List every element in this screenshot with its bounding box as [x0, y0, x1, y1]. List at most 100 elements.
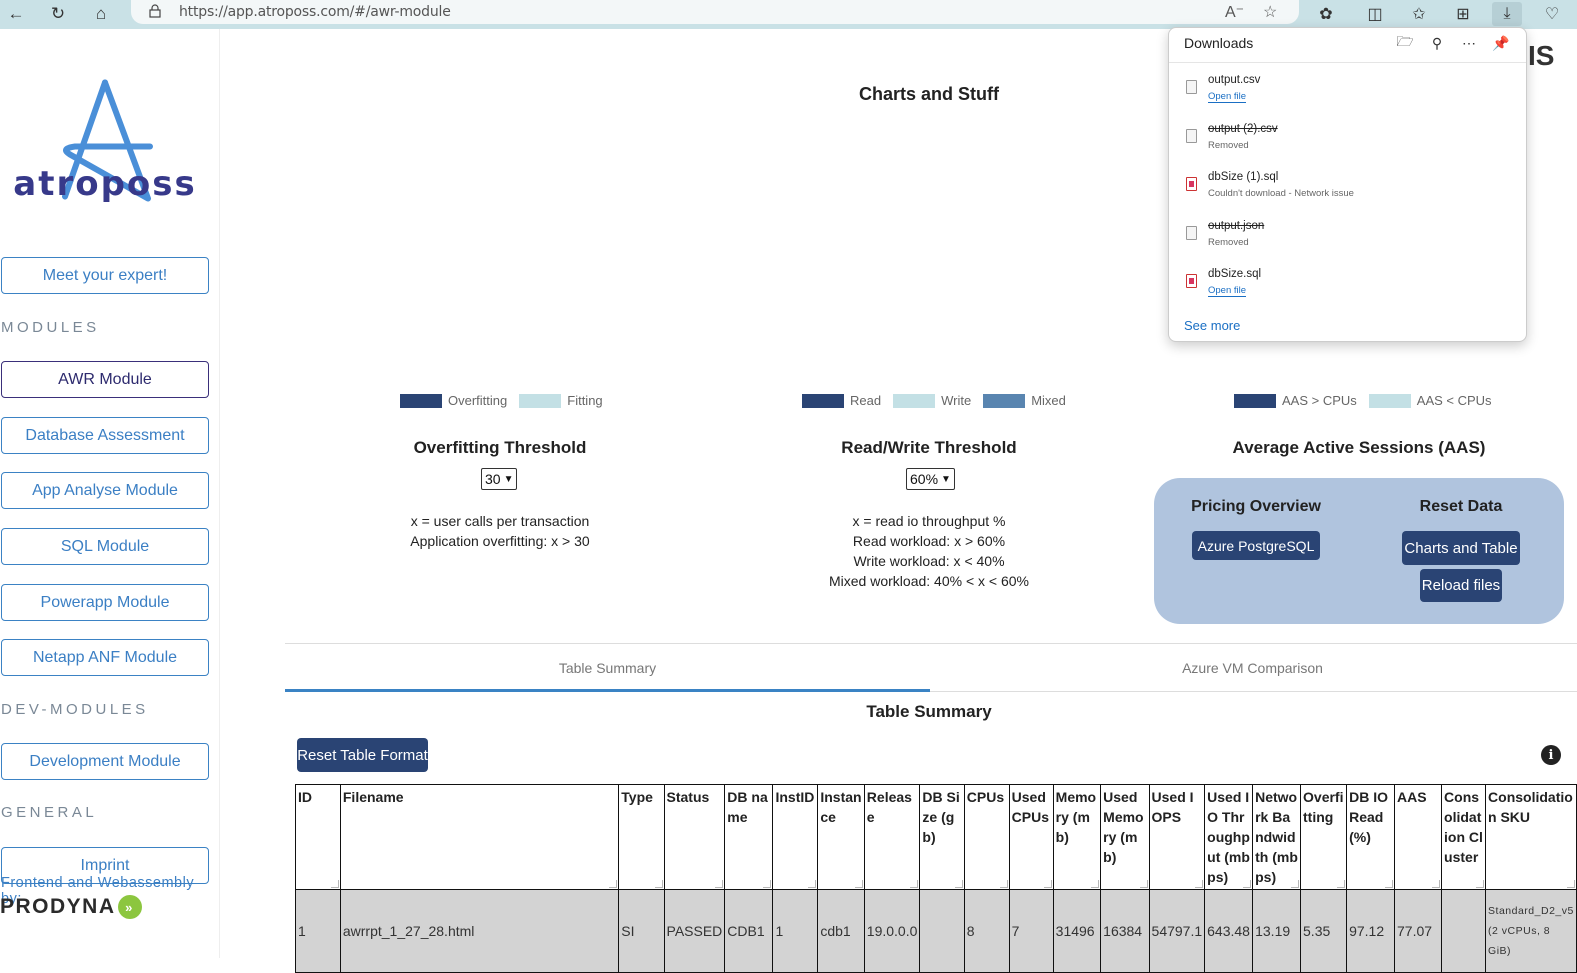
tabs-divider: [930, 691, 1577, 692]
column-header[interactable]: Used Memory (mb): [1100, 784, 1150, 890]
meet-expert-button[interactable]: Meet your expert!: [1, 257, 209, 294]
download-item[interactable]: dbSize (1).sql Couldn't download - Netwo…: [1169, 167, 1526, 213]
column-header[interactable]: Consolidation Cluster: [1441, 784, 1487, 890]
resize-handle-icon[interactable]: [715, 880, 724, 888]
favorite-star-icon[interactable]: ☆: [1263, 2, 1277, 22]
tab-table-summary[interactable]: Table Summary: [285, 644, 930, 692]
resize-handle-icon[interactable]: [1337, 880, 1346, 888]
column-header[interactable]: Filename: [339, 784, 620, 890]
more-options-icon[interactable]: ⋯: [1459, 33, 1479, 53]
legend-item-write: Write: [893, 393, 971, 408]
downloads-icon[interactable]: ⤓: [1492, 2, 1522, 26]
browser-essentials-icon[interactable]: ♡: [1537, 2, 1567, 26]
column-header[interactable]: Release: [863, 784, 921, 890]
sidebar-item-powerapp-module[interactable]: Powerapp Module: [1, 584, 209, 621]
column-header[interactable]: Overfitting: [1300, 784, 1348, 890]
atroposs-logo-icon: [62, 79, 153, 202]
sidebar-item-awr-module[interactable]: AWR Module: [1, 361, 209, 398]
table-cell: 19.0.0.0: [863, 889, 921, 973]
resize-handle-icon[interactable]: [330, 880, 339, 888]
resize-handle-icon[interactable]: [808, 880, 817, 888]
home-icon[interactable]: ⌂: [89, 3, 113, 25]
resize-handle-icon[interactable]: [763, 880, 772, 888]
column-header[interactable]: Used IO Throughput (mbps): [1204, 784, 1254, 890]
resize-handle-icon[interactable]: [1139, 880, 1148, 888]
column-header[interactable]: Used IOPS: [1148, 784, 1206, 890]
column-header[interactable]: ID: [295, 784, 341, 890]
resize-handle-icon[interactable]: [999, 880, 1008, 888]
column-header[interactable]: Instance: [817, 784, 865, 890]
column-header[interactable]: Type: [618, 784, 665, 890]
read-aloud-icon[interactable]: A⁻: [1225, 2, 1244, 22]
lock-icon: [149, 4, 161, 18]
sidebar-item-netapp-anf-module[interactable]: Netapp ANF Module: [1, 639, 209, 676]
back-icon[interactable]: ←: [4, 3, 28, 25]
sidebar-item-app-analyse-module[interactable]: App Analyse Module: [1, 472, 209, 509]
resize-handle-icon[interactable]: [1243, 880, 1252, 888]
resize-handle-icon[interactable]: [1567, 880, 1575, 888]
reload-icon[interactable]: ↻: [46, 3, 70, 25]
sidebar-item-development-module[interactable]: Development Module: [1, 743, 209, 780]
column-header[interactable]: CPUs: [963, 784, 1010, 890]
info-icon[interactable]: i: [1541, 745, 1561, 765]
reset-charts-table-button[interactable]: Charts and Table: [1402, 531, 1520, 565]
resize-handle-icon[interactable]: [609, 880, 618, 888]
see-more-link[interactable]: See more: [1184, 318, 1240, 333]
prodyna-logo[interactable]: PRODYNA »: [0, 893, 142, 921]
folder-icon[interactable]: 🗁: [1395, 33, 1415, 53]
azure-postgresql-button[interactable]: Azure PostgreSQL: [1192, 531, 1320, 560]
collections-icon[interactable]: ⊞: [1448, 2, 1478, 26]
resize-handle-icon[interactable]: [1195, 880, 1204, 888]
extensions-icon[interactable]: ✿: [1311, 2, 1341, 26]
download-item[interactable]: output.csv Open file: [1169, 70, 1526, 116]
resize-handle-icon[interactable]: [1043, 880, 1052, 888]
split-screen-icon[interactable]: ◫: [1360, 2, 1390, 26]
url-text[interactable]: https://app.atroposs.com/#/awr-module: [179, 4, 451, 20]
resize-handle-icon[interactable]: [1385, 880, 1393, 888]
resize-handle-icon[interactable]: [654, 880, 663, 888]
downloads-header: Downloads 🗁 ⚲ ⋯ 📌: [1169, 28, 1526, 63]
resize-handle-icon[interactable]: [910, 880, 919, 888]
sidebar-item-sql-module[interactable]: SQL Module: [1, 528, 209, 565]
aas-title: Average Active Sessions (AAS): [1232, 438, 1486, 457]
table-cell: 643.48: [1204, 889, 1254, 973]
column-header[interactable]: Memory (mb): [1052, 784, 1102, 890]
download-item[interactable]: dbSize.sql Open file: [1169, 264, 1526, 310]
column-header[interactable]: DB name: [724, 784, 774, 890]
column-header[interactable]: Used CPUs: [1008, 784, 1054, 890]
column-header[interactable]: DB Size (gb): [919, 784, 965, 890]
readwrite-threshold-select[interactable]: 60% ▼: [906, 468, 955, 490]
resize-handle-icon[interactable]: [854, 880, 863, 888]
column-header[interactable]: Network Bandwidth (mbps): [1252, 784, 1302, 890]
resize-handle-icon[interactable]: [1091, 880, 1100, 888]
column-header-label: Overfitting: [1303, 789, 1344, 825]
column-header[interactable]: InstID: [772, 784, 819, 890]
open-file-link[interactable]: Open file: [1208, 285, 1247, 297]
sidebar-item-database-assessment[interactable]: Database Assessment: [1, 417, 209, 454]
resize-handle-icon[interactable]: [1476, 880, 1485, 888]
column-header-label: Consolidation SKU: [1488, 789, 1573, 825]
resize-handle-icon[interactable]: [1432, 880, 1441, 888]
column-header[interactable]: Status: [663, 784, 726, 890]
resize-handle-icon[interactable]: [954, 880, 963, 888]
reload-files-button[interactable]: Reload files: [1420, 569, 1502, 602]
table-cell: 7: [1008, 889, 1054, 973]
column-header[interactable]: AAS: [1393, 784, 1443, 890]
download-filename: output.json: [1208, 220, 1265, 232]
pin-icon[interactable]: 📌: [1491, 33, 1511, 53]
resize-handle-icon[interactable]: [1291, 880, 1300, 888]
download-item[interactable]: output.json Removed: [1169, 216, 1526, 262]
open-file-link[interactable]: Open file: [1208, 91, 1247, 103]
tab-azure-vm-comparison[interactable]: Azure VM Comparison: [930, 644, 1575, 692]
favorites-icon[interactable]: ✩: [1404, 2, 1434, 26]
download-item[interactable]: output (2).csv Removed: [1169, 119, 1526, 165]
download-status: Removed: [1208, 140, 1249, 151]
table-row[interactable]: 1 awrrpt_1_27_28.html SI PASSED CDB1 1 cdb1 19.…: [295, 889, 1577, 973]
column-header[interactable]: Consolidation SKU: [1485, 784, 1577, 890]
overfitting-threshold-select[interactable]: 30 ▼: [481, 468, 518, 490]
search-icon[interactable]: ⚲: [1427, 33, 1447, 53]
address-bar[interactable]: https://app.atroposs.com/#/awr-module A⁻…: [131, 0, 1299, 24]
reset-table-format-button[interactable]: Reset Table Format: [297, 738, 428, 772]
column-header-label: CPUs: [966, 789, 1005, 805]
column-header[interactable]: DB IO Read (%): [1346, 784, 1395, 890]
